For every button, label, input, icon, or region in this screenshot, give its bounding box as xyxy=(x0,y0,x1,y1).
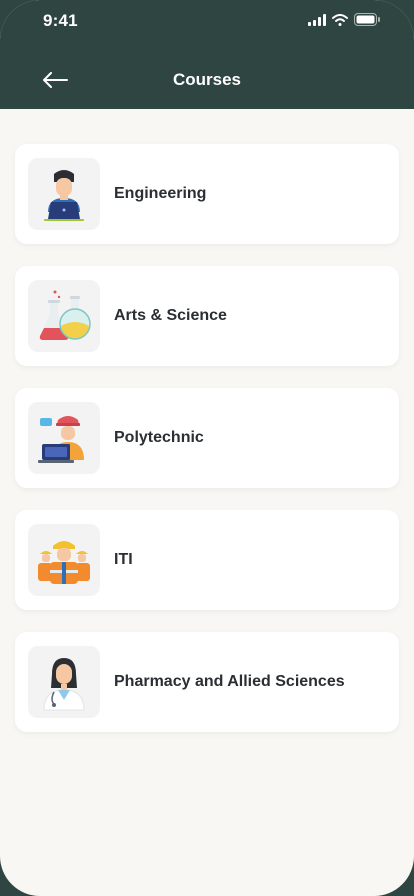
course-label: Arts & Science xyxy=(114,307,227,324)
course-label: Engineering xyxy=(114,185,207,202)
course-label: ITI xyxy=(114,551,133,568)
app-header: 9:41 Courses xyxy=(0,0,414,109)
page-title: Courses xyxy=(172,70,242,89)
engineer-laptop-illustration xyxy=(28,158,100,230)
technician-hardhat-illustration xyxy=(28,402,100,474)
course-list: Engineering Arts & Science Polytechnic I… xyxy=(15,144,399,754)
battery-icon xyxy=(354,13,380,26)
signal-icon xyxy=(308,13,326,26)
status-icons xyxy=(308,13,380,26)
workers-group-illustration xyxy=(28,524,100,596)
wifi-icon xyxy=(332,13,348,26)
course-card-engineering[interactable]: Engineering xyxy=(15,144,399,244)
phone-screen: 9:41 Courses Engineering Arts & Science … xyxy=(0,0,414,896)
course-card-arts-science[interactable]: Arts & Science xyxy=(15,266,399,366)
course-card-polytechnic[interactable]: Polytechnic xyxy=(15,388,399,488)
doctor-illustration xyxy=(28,646,100,718)
course-card-iti[interactable]: ITI xyxy=(15,510,399,610)
status-time: 9:41 xyxy=(43,11,78,30)
course-label: Pharmacy and Allied Sciences xyxy=(114,673,345,690)
lab-flasks-illustration xyxy=(28,280,100,352)
course-card-pharmacy[interactable]: Pharmacy and Allied Sciences xyxy=(15,632,399,732)
course-label: Polytechnic xyxy=(114,429,204,446)
